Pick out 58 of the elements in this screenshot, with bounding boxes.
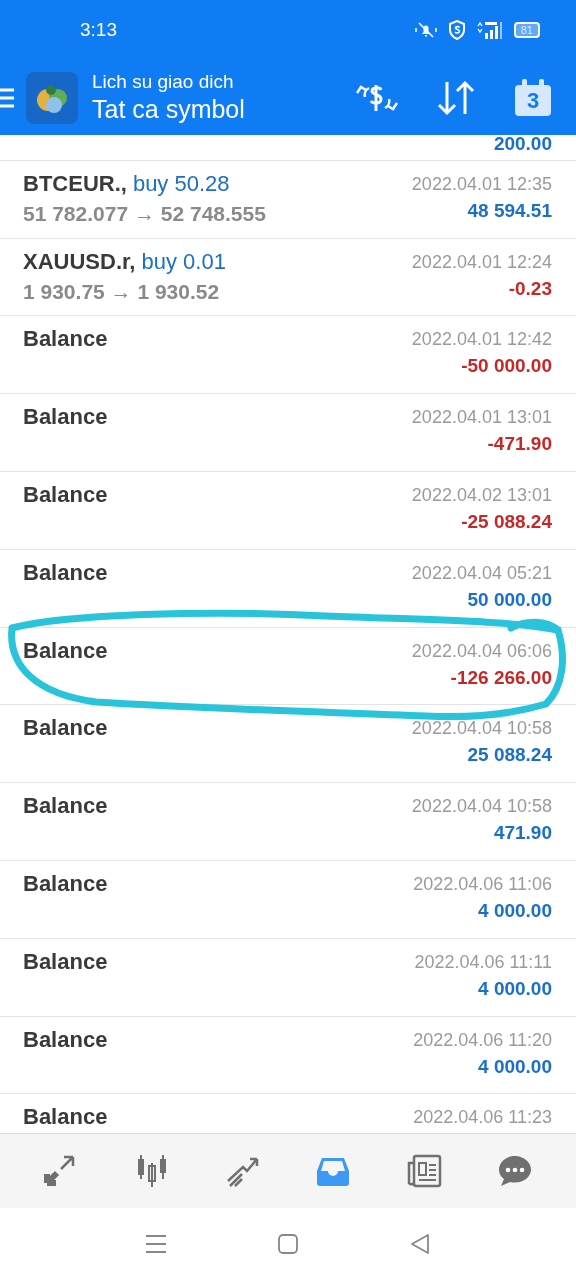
back-icon[interactable]: [409, 1233, 431, 1255]
deal-time: 2022.04.06 11:23: [413, 1107, 552, 1129]
deal-time: 2022.04.06 11:20: [413, 1029, 552, 1051]
shield-icon: [447, 20, 466, 40]
deal-type: Balance: [23, 948, 108, 975]
deal-time: 2022.04.01 12:35: [411, 173, 552, 195]
deal-type: Balance: [23, 870, 108, 897]
deal-volume: buy 0.01: [141, 248, 226, 275]
deal-profit: 25 088.24: [467, 744, 552, 767]
status-time: 3:13: [80, 19, 118, 41]
deal-type: Balance: [23, 793, 108, 820]
deal-time: 2022.04.04 06:06: [411, 640, 552, 662]
signal-icon: [475, 21, 504, 39]
deal-type: Balance: [23, 1026, 108, 1053]
deal-type: Balance: [23, 326, 108, 353]
deal-time: 2022.04.04 10:58: [411, 718, 552, 740]
deal-type: Balance: [23, 715, 108, 742]
deal-profit: 471.90: [493, 822, 552, 845]
recent-apps-icon[interactable]: [145, 1234, 167, 1254]
symbol-filter[interactable]: Tat ca symbol: [92, 95, 356, 124]
deal-profit: 4 000.00: [478, 1055, 552, 1078]
home-icon[interactable]: [277, 1233, 299, 1255]
deal-time: 2022.04.01 12:24: [411, 251, 552, 273]
mute-icon: [413, 21, 438, 39]
deal-time: 2022.04.04 05:21: [411, 562, 552, 584]
deal-profit: 48 594.51: [467, 199, 552, 222]
screen-title: Lich su giao dich: [92, 71, 235, 93]
deal-profit: 50 000.00: [467, 588, 552, 611]
battery-level: 81: [513, 22, 540, 38]
deal-profit: -0.23: [508, 277, 552, 300]
deal-profit: -126 266.00: [450, 666, 552, 689]
deal-profit: -471.90: [487, 433, 552, 456]
newspaper-icon[interactable]: [405, 1153, 442, 1189]
deal-time: 2022.04.02 13:01: [411, 485, 552, 506]
deal-time: 2022.04.01 12:42: [411, 329, 552, 351]
deal-profit: -50 000.00: [461, 355, 552, 378]
app-logo: [26, 71, 78, 124]
sort-icon[interactable]: [436, 79, 476, 116]
deal-time: 2022.04.06 11:06: [413, 873, 552, 895]
deal-type: Balance: [23, 1104, 108, 1131]
deal-profit: -25 088.24: [461, 511, 552, 533]
chat-bubble-icon[interactable]: [496, 1153, 533, 1189]
deal-type: Balance: [23, 637, 108, 664]
menu-icon[interactable]: [0, 86, 14, 109]
deal-type: Balance: [23, 404, 108, 431]
deal-type: Balance: [23, 559, 108, 586]
deal-prices: 51 782.077 → 52 748.555: [23, 201, 266, 226]
deal-profit: 4 000.00: [478, 899, 552, 922]
deal-prices: 1 930.75 → 1 930.52: [23, 279, 221, 304]
deal-time: 2022.04.04 10:58: [411, 796, 552, 818]
deal-symbol: XAUUSD.r,: [23, 248, 136, 275]
deal-time: 2022.04.06 11:11: [414, 951, 552, 973]
deal-symbol: BTCEUR.,: [23, 170, 127, 197]
deal-profit: 4 000.00: [478, 977, 552, 1000]
deal-profit: 200.00: [493, 135, 552, 155]
deal-time: 2022.04.01 13:01: [411, 407, 552, 429]
deal-volume: buy 50.28: [132, 170, 230, 197]
deal-type: Balance: [23, 482, 108, 508]
